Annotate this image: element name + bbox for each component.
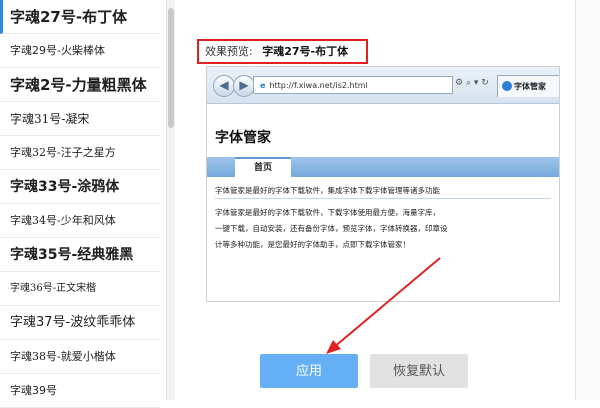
window-edge: [575, 0, 600, 400]
font-list-item[interactable]: 字魂35号-经典雅黑: [0, 238, 160, 272]
font-list: 字魂27号-布丁体 字魂29号-火柴棒体 字魂2号-力量粗黑体 字魂31号-凝宋 字魂3…: [0, 0, 167, 408]
preview-label-box: 效果预览: 字魂27号-布丁体: [197, 39, 368, 64]
site-intro: 字体管家是最好的字体下载软件，集成字体下载字体管理等诸多功能: [215, 186, 440, 195]
font-list-item[interactable]: 字魂37号-波纹乖乖体: [0, 306, 160, 340]
font-list-item[interactable]: 字魂39号: [0, 374, 160, 408]
scrollbar-thumb[interactable]: [168, 8, 174, 128]
font-list-item[interactable]: 字魂38号-就爱小楷体: [0, 340, 160, 374]
back-arrow-icon: ◀: [213, 75, 235, 97]
preview-label: 效果预览:: [205, 45, 253, 58]
font-list-item[interactable]: 字魂27号-布丁体: [0, 0, 160, 34]
apply-button[interactable]: 应用: [260, 354, 358, 388]
address-text: http://f.xiwa.net/is2.html: [269, 81, 368, 90]
site-nav-home: 首页: [235, 157, 291, 177]
ie-icon: e: [260, 81, 266, 90]
restore-default-button[interactable]: 恢复默认: [370, 354, 468, 388]
font-list-item[interactable]: 字魂33号-涂鸦体: [0, 170, 160, 204]
font-list-scrollbar[interactable]: [167, 0, 175, 400]
font-list-item[interactable]: 字魂34号-少年和风体: [0, 204, 160, 238]
font-list-item[interactable]: 字魂31号-凝宋: [0, 102, 160, 136]
address-tools-icons: ⚙ ⌕ ▾ ↻: [455, 78, 489, 88]
font-list-item[interactable]: 字魂36号-正文宋楷: [0, 272, 160, 306]
browser-toolbar: ◀ ▶ e http://f.xiwa.net/is2.html ⚙ ⌕ ▾ ↻ …: [207, 67, 559, 104]
address-bar: e http://f.xiwa.net/is2.html: [253, 76, 453, 94]
tab-favicon-icon: [502, 81, 512, 91]
preview-font-name: 字魂27号-布丁体: [262, 45, 349, 58]
font-list-item[interactable]: 字魂29号-火柴棒体: [0, 34, 160, 68]
site-title: 字体管家: [215, 130, 271, 146]
browser-preview: ◀ ▶ e http://f.xiwa.net/is2.html ⚙ ⌕ ▾ ↻ …: [206, 66, 560, 302]
site-body-line: 计等多种功能，是您最好的字体助手，点即下载字体管家！: [215, 240, 410, 249]
site-body-line: 一键下载，自动安装，还有备份字体，预览字体，字体转换器，印章设: [215, 224, 448, 233]
browser-tab-label: 字体管家: [514, 82, 546, 91]
site-body-line: 字体管家是最好的字体下载软件，下载字体使用最方便，海量字库，: [215, 208, 440, 217]
forward-arrow-icon: ▶: [233, 75, 255, 97]
browser-tab: 字体管家: [497, 75, 559, 97]
font-list-item[interactable]: 字魂2号-力量粗黑体: [0, 68, 160, 102]
font-list-item[interactable]: 字魂32号-汪子之星方: [0, 136, 160, 170]
site-divider: [215, 198, 551, 199]
site-nav-bar: 首页: [207, 157, 559, 177]
